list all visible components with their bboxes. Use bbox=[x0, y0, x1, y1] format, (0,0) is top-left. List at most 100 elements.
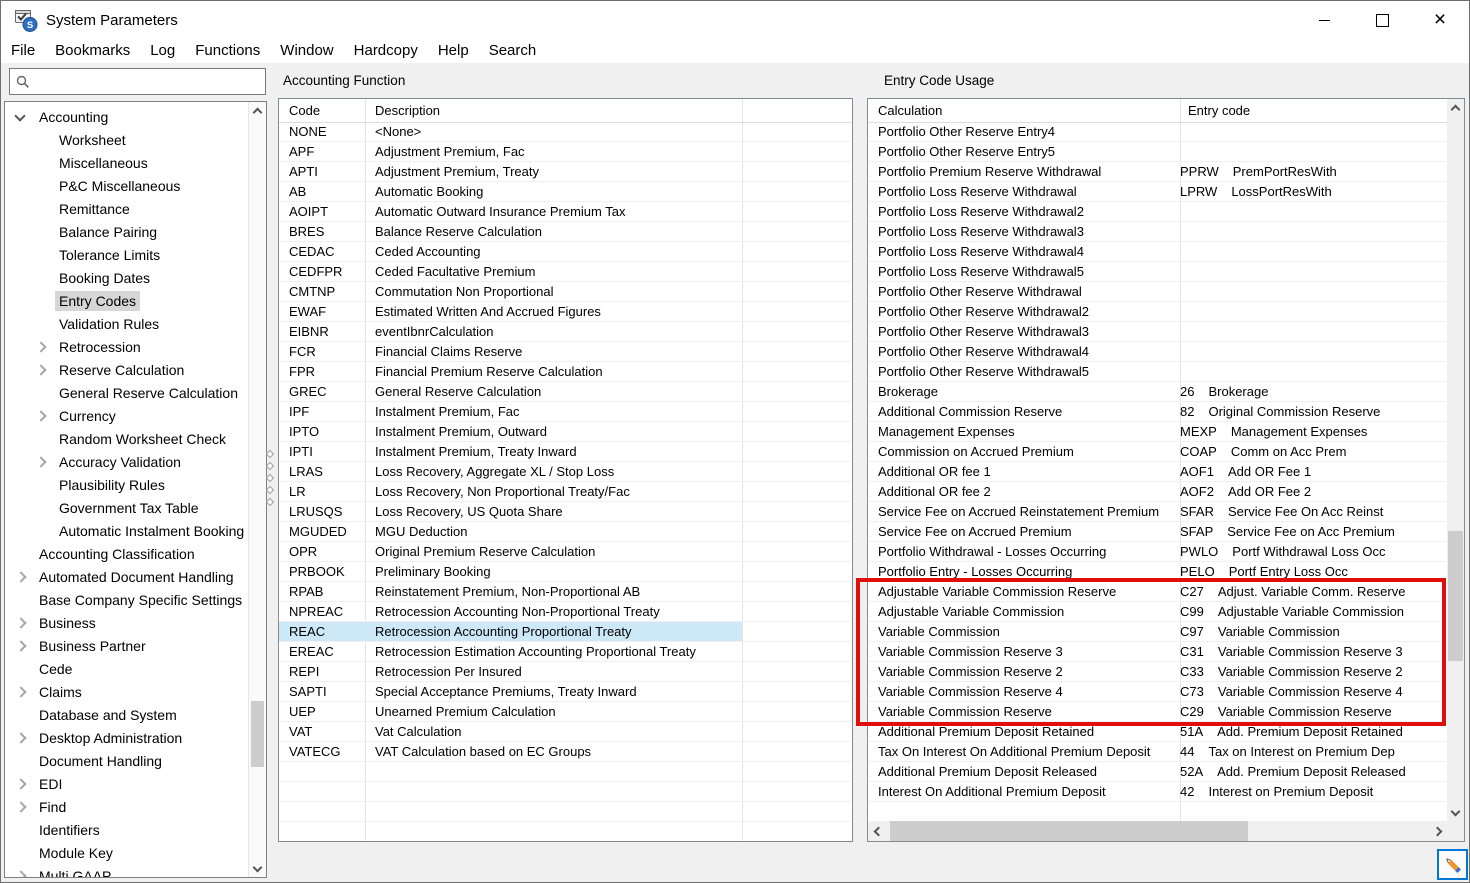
table-row[interactable]: Variable Commission ReserveC29Variable C… bbox=[868, 702, 1446, 722]
chevron-right-icon[interactable] bbox=[15, 688, 35, 696]
tree-item[interactable]: Random Worksheet Check bbox=[5, 427, 249, 450]
table-row[interactable]: APTIAdjustment Premium, Treaty bbox=[279, 162, 851, 182]
menu-window[interactable]: Window bbox=[270, 39, 343, 63]
table-row[interactable]: APFAdjustment Premium, Fac bbox=[279, 142, 851, 162]
table-row[interactable]: MGUDEDMGU Deduction bbox=[279, 522, 851, 542]
chevron-right-icon[interactable] bbox=[15, 872, 35, 879]
tree-item[interactable]: Booking Dates bbox=[5, 266, 249, 289]
table-row[interactable]: ABAutomatic Booking bbox=[279, 182, 851, 202]
table-row[interactable]: CMTNPCommutation Non Proportional bbox=[279, 282, 851, 302]
table-row[interactable]: Portfolio Loss Reserve Withdrawal5 bbox=[868, 262, 1446, 282]
menu-file[interactable]: File bbox=[1, 39, 45, 63]
table-row-empty[interactable] bbox=[868, 802, 1446, 822]
tree-item[interactable]: Desktop Administration bbox=[5, 726, 249, 749]
horizontal-scrollbar[interactable] bbox=[868, 821, 1447, 841]
table-row[interactable]: Variable Commission Reserve 2C33Variable… bbox=[868, 662, 1446, 682]
table-row[interactable]: VATVat Calculation bbox=[279, 722, 851, 742]
column-header-entry-code[interactable]: Entry code bbox=[1188, 103, 1250, 118]
search-input[interactable] bbox=[30, 71, 265, 93]
vertical-scrollbar[interactable] bbox=[1447, 99, 1464, 821]
tree-item[interactable]: Find bbox=[5, 795, 249, 818]
table-row[interactable]: Service Fee on Accrued PremiumSFAPServic… bbox=[868, 522, 1446, 542]
table-row[interactable]: Portfolio Other Reserve Entry4 bbox=[868, 122, 1446, 142]
tree-item[interactable]: Cede bbox=[5, 657, 249, 680]
menu-search[interactable]: Search bbox=[479, 39, 547, 63]
chevron-right-icon[interactable] bbox=[35, 458, 55, 466]
splitter-handle[interactable] bbox=[266, 450, 274, 458]
maximize-button[interactable] bbox=[1353, 1, 1411, 39]
tree-item[interactable]: Automated Document Handling bbox=[5, 565, 249, 588]
tree-item[interactable]: Government Tax Table bbox=[5, 496, 249, 519]
table-row[interactable]: Additional Commission Reserve82Original … bbox=[868, 402, 1446, 422]
table-row[interactable]: CEDFPRCeded Facultative Premium bbox=[279, 262, 851, 282]
table-row[interactable]: EWAFEstimated Written And Accrued Figure… bbox=[279, 302, 851, 322]
table-row[interactable]: Adjustable Variable CommissionC99Adjusta… bbox=[868, 602, 1446, 622]
tree-item[interactable]: Accounting Classification bbox=[5, 542, 249, 565]
tree-item[interactable]: Document Handling bbox=[5, 749, 249, 772]
chevron-right-icon[interactable] bbox=[35, 412, 55, 420]
scrollbar-thumb[interactable] bbox=[890, 821, 1248, 841]
tree-item[interactable]: EDI bbox=[5, 772, 249, 795]
tree-item[interactable]: Tolerance Limits bbox=[5, 243, 249, 266]
chevron-right-icon[interactable] bbox=[15, 734, 35, 742]
scroll-down-button[interactable] bbox=[1447, 804, 1464, 821]
menu-help[interactable]: Help bbox=[428, 39, 479, 63]
tree-item[interactable]: Business bbox=[5, 611, 249, 634]
tree-item[interactable]: Reserve Calculation bbox=[5, 358, 249, 381]
splitter-handle[interactable] bbox=[266, 474, 274, 482]
chevron-right-icon[interactable] bbox=[15, 619, 35, 627]
scroll-up-button[interactable] bbox=[249, 102, 266, 119]
tree-item[interactable]: Validation Rules bbox=[5, 312, 249, 335]
tree-item[interactable]: Currency bbox=[5, 404, 249, 427]
table-row[interactable]: FCRFinancial Claims Reserve bbox=[279, 342, 851, 362]
column-header-calculation[interactable]: Calculation bbox=[878, 103, 942, 118]
scroll-down-button[interactable] bbox=[249, 860, 266, 877]
table-row[interactable]: Portfolio Loss Reserve Withdrawal4 bbox=[868, 242, 1446, 262]
chevron-right-icon[interactable] bbox=[15, 642, 35, 650]
scrollbar-thumb[interactable] bbox=[251, 701, 264, 767]
column-header-description[interactable]: Description bbox=[375, 103, 440, 118]
table-row[interactable]: Additional Premium Deposit Retained51AAd… bbox=[868, 722, 1446, 742]
table-row[interactable]: BRESBalance Reserve Calculation bbox=[279, 222, 851, 242]
table-row[interactable]: RPABReinstatement Premium, Non-Proportio… bbox=[279, 582, 851, 602]
tree-item[interactable]: Multi GAAP bbox=[5, 864, 249, 878]
table-row[interactable]: Portfolio Withdrawal - Losses OccurringP… bbox=[868, 542, 1446, 562]
tree-item[interactable]: Accounting bbox=[5, 105, 249, 128]
table-row[interactable]: UEPUnearned Premium Calculation bbox=[279, 702, 851, 722]
tree-item[interactable]: Module Key bbox=[5, 841, 249, 864]
table-row[interactable]: Commission on Accrued PremiumCOAPComm on… bbox=[868, 442, 1446, 462]
table-row[interactable]: FPRFinancial Premium Reserve Calculation bbox=[279, 362, 851, 382]
table-row[interactable]: PRBOOKPreliminary Booking bbox=[279, 562, 851, 582]
table-row[interactable]: Additional OR fee 1AOF1Add OR Fee 1 bbox=[868, 462, 1446, 482]
table-row[interactable]: Variable Commission Reserve 3C31Variable… bbox=[868, 642, 1446, 662]
table-row[interactable]: Additional Premium Deposit Released52AAd… bbox=[868, 762, 1446, 782]
table-row[interactable]: Interest On Additional Premium Deposit42… bbox=[868, 782, 1446, 802]
table-row[interactable]: Portfolio Premium Reserve WithdrawalPPRW… bbox=[868, 162, 1446, 182]
chevron-right-icon[interactable] bbox=[35, 366, 55, 374]
table-row[interactable]: EIBNReventIbnrCalculation bbox=[279, 322, 851, 342]
column-header-code[interactable]: Code bbox=[289, 103, 320, 118]
tree-item[interactable]: Claims bbox=[5, 680, 249, 703]
tree-item[interactable]: Accuracy Validation bbox=[5, 450, 249, 473]
splitter-handle[interactable] bbox=[266, 462, 274, 470]
table-row[interactable]: REPIRetrocession Per Insured bbox=[279, 662, 851, 682]
table-row[interactable]: GRECGeneral Reserve Calculation bbox=[279, 382, 851, 402]
splitter-handle[interactable] bbox=[266, 498, 274, 506]
table-row-empty[interactable] bbox=[279, 762, 851, 782]
scroll-right-button[interactable] bbox=[1430, 821, 1447, 841]
table-row[interactable]: IPTOInstalment Premium, Outward bbox=[279, 422, 851, 442]
table-row[interactable]: Portfolio Loss Reserve Withdrawal2 bbox=[868, 202, 1446, 222]
table-row[interactable]: Portfolio Other Reserve Withdrawal3 bbox=[868, 322, 1446, 342]
table-row[interactable]: Portfolio Entry - Losses OccurringPELOPo… bbox=[868, 562, 1446, 582]
table-row[interactable]: Tax On Interest On Additional Premium De… bbox=[868, 742, 1446, 762]
table-row[interactable]: REACRetrocession Accounting Proportional… bbox=[279, 622, 851, 642]
table-row[interactable]: AOIPTAutomatic Outward Insurance Premium… bbox=[279, 202, 851, 222]
table-row[interactable]: CEDACCeded Accounting bbox=[279, 242, 851, 262]
chevron-right-icon[interactable] bbox=[15, 803, 35, 811]
menu-log[interactable]: Log bbox=[140, 39, 185, 63]
table-row[interactable]: OPROriginal Premium Reserve Calculation bbox=[279, 542, 851, 562]
table-row[interactable]: Portfolio Other Reserve Withdrawal2 bbox=[868, 302, 1446, 322]
menu-hardcopy[interactable]: Hardcopy bbox=[344, 39, 428, 63]
scroll-left-button[interactable] bbox=[868, 821, 885, 841]
tree-item[interactable]: Remittance bbox=[5, 197, 249, 220]
